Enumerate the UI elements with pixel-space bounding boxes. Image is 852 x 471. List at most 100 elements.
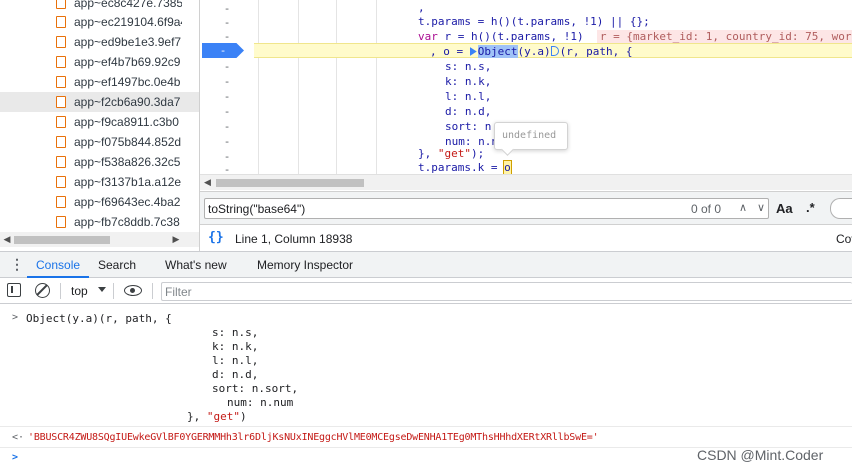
file-icon — [56, 16, 66, 28]
scroll-left-arrow-icon[interactable]: ◀ — [204, 175, 211, 190]
match-case-button[interactable]: Aa — [776, 201, 793, 216]
code-text: }, — [187, 410, 207, 423]
chevron-down-icon[interactable] — [98, 287, 106, 292]
line-number[interactable]: - — [200, 134, 254, 149]
code-text: r = h()(t.params, !1) — [437, 30, 584, 43]
regex-button[interactable]: .* — [806, 200, 815, 215]
indent-guide — [336, 0, 337, 174]
code-line: t.params.k = o — [418, 160, 512, 174]
file-tree-item-selected[interactable]: app~f2cb6a90.3da7 — [0, 92, 199, 112]
console-toolbar: top — [0, 278, 852, 304]
line-number[interactable]: - — [200, 1, 254, 16]
code-line: l: n.l, — [445, 89, 491, 104]
tab-console[interactable]: Console — [27, 252, 90, 278]
code-text: t.params = h()(t.params, !1) || {}; — [418, 15, 650, 28]
search-box: 0 of 0 ∧ ∨ — [204, 198, 769, 219]
console-result[interactable]: 'BBUSCR4ZWU8SQgIUEwkeGVlBF0YGERMMHh3lr6D… — [28, 431, 599, 445]
coverage-label[interactable]: Cov — [836, 232, 852, 246]
code-string: "get" — [437, 147, 471, 160]
line-number[interactable]: - — [200, 74, 254, 89]
console-input-line: d: n.d, — [212, 368, 259, 381]
code-line: k: n.k, — [445, 74, 491, 89]
line-number[interactable]: - — [200, 29, 254, 44]
clear-console-icon[interactable] — [35, 283, 50, 298]
tab-whats-new[interactable]: What's new — [165, 252, 227, 278]
tab-search[interactable]: Search — [98, 252, 136, 278]
file-tree-item[interactable]: app~ec219104.6f9a4 — [0, 12, 199, 32]
eye-icon[interactable] — [124, 285, 142, 296]
file-tree-item[interactable]: app~ed9be1e3.9ef7 — [0, 32, 199, 52]
code-line: , — [418, 0, 425, 15]
file-tree-item[interactable]: app~f075b844.852d — [0, 132, 199, 152]
file-tree-item[interactable]: app~f9ca8911.c3b0 — [0, 112, 199, 132]
code-keyword: var — [418, 30, 438, 43]
code-line: t.params = h()(t.params, !1) || {}; — [418, 14, 650, 29]
file-tree-item[interactable]: app~ef1497bc.0e4b — [0, 72, 199, 92]
scroll-right-arrow-icon[interactable]: ▶ — [170, 232, 182, 247]
code-text: (y.a) — [517, 45, 551, 58]
line-number[interactable]: - — [200, 162, 254, 174]
indent-guide — [258, 0, 259, 174]
code-text: , — [418, 1, 425, 14]
code-highlight: Object — [477, 45, 518, 58]
cursor-position: Line 1, Column 18938 — [235, 232, 353, 246]
replace-toggle[interactable] — [830, 198, 852, 219]
line-number[interactable]: - — [200, 89, 254, 104]
file-tree-item[interactable]: app~ef4b7b69.92c9 — [0, 52, 199, 72]
indent-guide — [376, 0, 377, 174]
console-input-line: k: n.k, — [212, 340, 259, 353]
file-icon — [56, 36, 66, 48]
hovered-variable[interactable]: o — [503, 160, 512, 174]
code-text: k: n.k, — [445, 75, 492, 88]
sidebar-toggle-icon[interactable] — [7, 283, 21, 297]
line-number[interactable]: - — [200, 15, 254, 30]
step-call-marker-icon[interactable] — [550, 46, 559, 56]
file-icon — [56, 56, 66, 68]
file-tree-item[interactable]: app~f69643ec.4ba2 — [0, 192, 199, 212]
code-line: s: n.s, — [445, 59, 491, 74]
context-selector[interactable]: top — [71, 284, 88, 298]
line-number[interactable]: - — [200, 104, 254, 119]
search-prev-icon[interactable]: ∧ — [734, 200, 752, 217]
editor-status-bar: {} Line 1, Column 18938 Cov — [200, 224, 852, 251]
result-prompt-icon: <· — [12, 432, 25, 443]
scrollbar-thumb[interactable] — [216, 179, 364, 187]
divider — [152, 283, 153, 299]
editor-scrollbar[interactable]: ◀ — [200, 174, 852, 190]
search-input[interactable] — [208, 201, 668, 217]
input-prompt-icon: > — [12, 312, 19, 323]
file-tree-item[interactable]: app~f3137b1a.a12e — [0, 172, 199, 192]
code-text: ) — [240, 410, 247, 423]
scrollbar-thumb[interactable] — [14, 236, 110, 244]
indent-guide — [298, 0, 299, 174]
code-line: d: n.d, — [445, 104, 491, 119]
file-icon — [56, 96, 66, 108]
line-number[interactable]: - — [200, 119, 254, 134]
search-next-icon[interactable]: ∨ — [752, 200, 770, 217]
line-number[interactable]: - — [200, 59, 254, 74]
more-options-icon[interactable]: ⋮ — [10, 257, 24, 271]
code-text: }, — [418, 147, 438, 160]
file-icon — [56, 176, 66, 188]
code-text: t.params.k = — [418, 161, 505, 174]
code-editor[interactable]: - - - - - - - - - - - - , t.params = h()… — [200, 0, 852, 174]
code-text: (r, path, { — [559, 45, 633, 58]
file-icon — [56, 0, 66, 9]
tab-memory-inspector[interactable]: Memory Inspector — [257, 252, 353, 278]
code-line: }, "get"); — [418, 146, 484, 161]
file-tree-scrollbar[interactable]: ◀ ▶ — [0, 232, 199, 247]
file-icon — [56, 156, 66, 168]
breakpoint-marker[interactable]: - — [202, 43, 244, 58]
code-text: l: n.l, — [445, 90, 492, 103]
scroll-left-arrow-icon[interactable]: ◀ — [1, 232, 13, 247]
console-input-line: }, "get") — [187, 410, 247, 424]
console-prompt-icon[interactable]: > — [12, 452, 18, 463]
pretty-print-icon[interactable]: {} — [208, 230, 224, 245]
filter-input[interactable] — [161, 282, 852, 301]
drawer-tab-bar: ⋮ Console Search What's new Memory Inspe… — [0, 251, 852, 278]
file-tree-item[interactable]: app~f538a826.32c5 — [0, 152, 199, 172]
step-into-marker-icon[interactable] — [469, 47, 477, 56]
file-tree-item[interactable]: app~fb7c8ddb.7c38 — [0, 212, 199, 232]
inline-variable-value[interactable]: r = {market_id: 1, country_id: 75, wor — [596, 30, 852, 43]
code-text: , o = — [430, 45, 470, 58]
